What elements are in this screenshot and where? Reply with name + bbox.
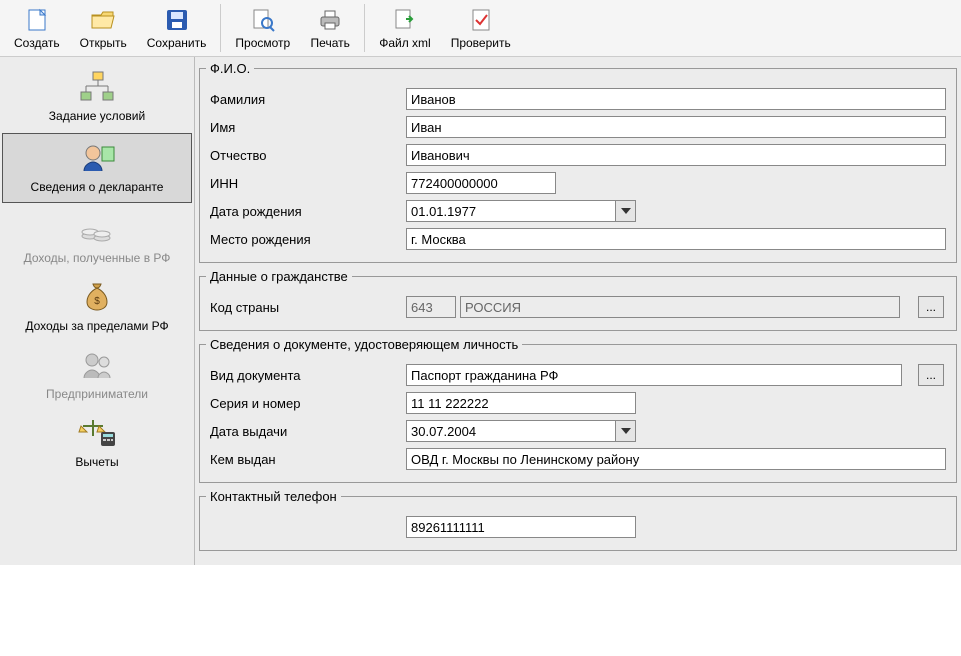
country-browse-button[interactable]: ... (918, 296, 944, 318)
pob-label: Место рождения (206, 232, 406, 247)
country-code-label: Код страны (206, 300, 406, 315)
preview-label: Просмотр (235, 36, 290, 50)
doc-type-browse-button[interactable]: ... (918, 364, 944, 386)
inn-input[interactable] (406, 172, 556, 194)
fio-group: Ф.И.О. Фамилия Имя Отчество ИНН Дата рож… (199, 61, 957, 263)
check-document-icon (465, 6, 497, 34)
middlename-input[interactable] (406, 144, 946, 166)
chevron-down-icon (621, 428, 631, 434)
sidebar-entrepreneurs-label: Предприниматели (46, 387, 148, 401)
magnifier-document-icon (247, 6, 279, 34)
citizenship-group: Данные о гражданстве Код страны ... (199, 269, 957, 331)
inn-label: ИНН (206, 176, 406, 191)
doc-issued-dropdown-button[interactable] (615, 421, 635, 441)
lastname-input[interactable] (406, 88, 946, 110)
sidebar-income-abroad[interactable]: $ Доходы за пределами РФ (0, 273, 194, 341)
preview-button[interactable]: Просмотр (225, 2, 300, 54)
toolbar-separator (364, 4, 365, 52)
sidebar-income-abroad-label: Доходы за пределами РФ (25, 319, 168, 333)
doc-issued-by-input[interactable] (406, 448, 946, 470)
sidebar-entrepreneurs[interactable]: Предприниматели (0, 341, 194, 409)
dob-label: Дата рождения (206, 204, 406, 219)
doc-type-input[interactable] (406, 364, 902, 386)
middlename-label: Отчество (206, 148, 406, 163)
main: Задание условий Сведения о декларанте До… (0, 57, 961, 565)
save-label: Сохранить (147, 36, 207, 50)
content: Ф.И.О. Фамилия Имя Отчество ИНН Дата рож… (195, 57, 961, 565)
contact-legend: Контактный телефон (206, 489, 341, 504)
sidebar-income-rf-label: Доходы, полученные в РФ (24, 251, 171, 265)
country-code-input (406, 296, 456, 318)
xml-label: Файл xml (379, 36, 431, 50)
tree-icon (77, 69, 117, 105)
printer-icon (314, 6, 346, 34)
open-label: Открыть (80, 36, 127, 50)
people-icon (77, 347, 117, 383)
country-name-input (460, 296, 900, 318)
sidebar: Задание условий Сведения о декларанте До… (0, 57, 195, 565)
sidebar-declarant[interactable]: Сведения о декларанте (2, 133, 192, 203)
doc-issued-date-combo[interactable] (406, 420, 636, 442)
print-label: Печать (311, 36, 350, 50)
check-label: Проверить (451, 36, 511, 50)
folder-open-icon (87, 6, 119, 34)
sidebar-conditions[interactable]: Задание условий (0, 63, 194, 131)
sidebar-income-rf[interactable]: Доходы, полученные в РФ (0, 205, 194, 273)
print-button[interactable]: Печать (300, 2, 360, 54)
save-icon (161, 6, 193, 34)
xml-button[interactable]: Файл xml (369, 2, 441, 54)
doc-issued-date-input[interactable] (407, 421, 615, 441)
doc-issued-date-label: Дата выдачи (206, 424, 406, 439)
new-document-icon (21, 6, 53, 34)
phone-input[interactable] (406, 516, 636, 538)
sidebar-conditions-label: Задание условий (49, 109, 145, 123)
sidebar-declarant-label: Сведения о декларанте (31, 180, 164, 194)
open-button[interactable]: Открыть (70, 2, 137, 54)
money-bag-icon: $ (77, 279, 117, 315)
doc-serial-label: Серия и номер (206, 396, 406, 411)
firstname-label: Имя (206, 120, 406, 135)
dob-dropdown-button[interactable] (615, 201, 635, 221)
toolbar-separator (220, 4, 221, 52)
export-xml-icon (389, 6, 421, 34)
document-group: Сведения о документе, удостоверяющем лич… (199, 337, 957, 483)
coins-icon (77, 211, 117, 247)
sidebar-deductions[interactable]: Вычеты (0, 409, 194, 477)
save-button[interactable]: Сохранить (137, 2, 217, 54)
lastname-label: Фамилия (206, 92, 406, 107)
create-label: Создать (14, 36, 60, 50)
doc-issued-by-label: Кем выдан (206, 452, 406, 467)
svg-text:$: $ (94, 296, 100, 307)
doc-serial-input[interactable] (406, 392, 636, 414)
chevron-down-icon (621, 208, 631, 214)
sidebar-deductions-label: Вычеты (75, 455, 118, 469)
fio-legend: Ф.И.О. (206, 61, 254, 76)
scales-calculator-icon (77, 415, 117, 451)
doc-type-label: Вид документа (206, 368, 406, 383)
create-button[interactable]: Создать (4, 2, 70, 54)
document-legend: Сведения о документе, удостоверяющем лич… (206, 337, 522, 352)
toolbar: Создать Открыть Сохранить Просмотр Печат… (0, 0, 961, 57)
contact-group: Контактный телефон (199, 489, 957, 551)
pob-input[interactable] (406, 228, 946, 250)
firstname-input[interactable] (406, 116, 946, 138)
citizenship-legend: Данные о гражданстве (206, 269, 352, 284)
check-button[interactable]: Проверить (441, 2, 521, 54)
dob-combo[interactable] (406, 200, 636, 222)
dob-input[interactable] (407, 201, 615, 221)
person-card-icon (77, 140, 117, 176)
